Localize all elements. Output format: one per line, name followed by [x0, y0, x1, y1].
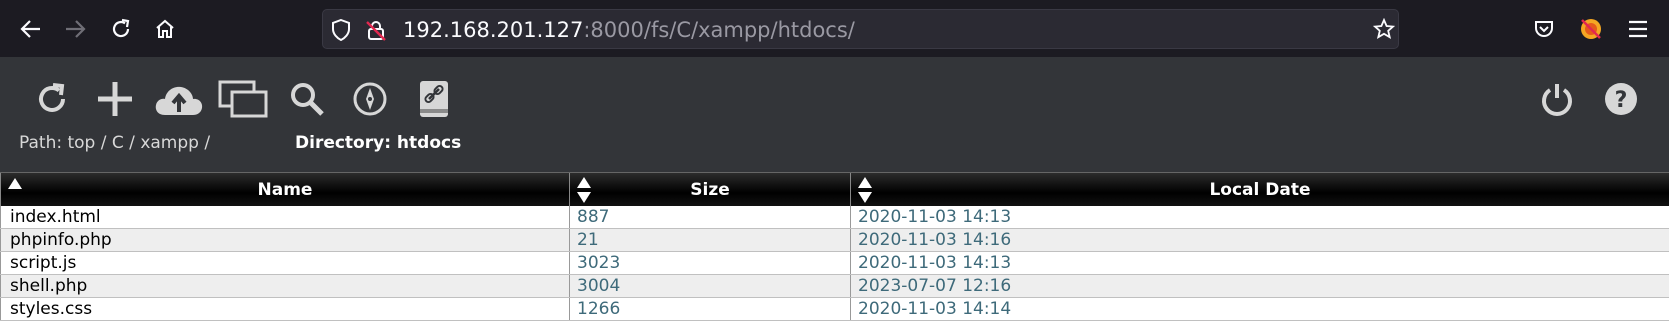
compass-icon[interactable] — [350, 75, 390, 123]
table-header: Name Size Local Date — [0, 172, 1669, 207]
file-name-link[interactable]: script.js — [0, 252, 570, 274]
shield-icon[interactable] — [331, 18, 351, 45]
forward-arrow-icon[interactable] — [59, 13, 91, 45]
breadcrumb-xampp[interactable]: xampp — [140, 133, 199, 153]
column-label: Local Date — [1209, 180, 1311, 200]
file-date: 2020-11-03 14:13 — [858, 207, 1012, 227]
file-size: 3004 — [570, 275, 851, 297]
sort-ascending-icon[interactable] — [7, 176, 23, 196]
breadcrumb-separator: / — [204, 133, 211, 153]
reload-icon[interactable] — [105, 13, 137, 45]
file-name-link[interactable]: shell.php — [0, 275, 570, 297]
table-row[interactable]: styles.css 1266 2020-11-03 14:14 — [0, 298, 1669, 321]
file-date: 2020-11-03 14:13 — [858, 253, 1012, 273]
file-name-link[interactable]: index.html — [0, 206, 570, 228]
directory-title: Directory: htdocs — [295, 133, 462, 153]
column-label: Name — [257, 180, 313, 200]
breadcrumb-separator: / — [129, 133, 135, 153]
column-header-name[interactable]: Name — [0, 173, 570, 207]
table-row[interactable]: index.html 887 2020-11-03 14:13 — [0, 206, 1669, 229]
column-header-size[interactable]: Size — [570, 173, 851, 207]
power-icon[interactable] — [1537, 75, 1577, 123]
breadcrumb: Path: top / C / xampp / — [19, 133, 210, 153]
breadcrumb-top[interactable]: top — [67, 133, 95, 153]
file-table: Name Size Local Date index.html 887 2020… — [0, 172, 1669, 321]
hamburger-menu-icon[interactable] — [1622, 13, 1654, 45]
file-name-link[interactable]: phpinfo.php — [0, 229, 570, 251]
back-arrow-icon[interactable] — [15, 13, 47, 45]
file-date: 2020-11-03 14:14 — [858, 299, 1012, 319]
app-header: ? Path: top / C / xampp / Directory: htd… — [0, 57, 1669, 172]
breadcrumb-c[interactable]: C — [112, 133, 124, 153]
browser-toolbar: 192.168.201.127:8000/fs/C/xampp/htdocs/ — [0, 0, 1669, 57]
file-size: 21 — [570, 229, 851, 251]
url-bar[interactable]: 192.168.201.127:8000/fs/C/xampp/htdocs/ — [322, 9, 1399, 49]
table-row[interactable]: shell.php 3004 2023-07-07 12:16 — [0, 275, 1669, 298]
table-row[interactable]: phpinfo.php 21 2020-11-03 14:16 — [0, 229, 1669, 252]
insecure-lock-icon[interactable] — [365, 19, 387, 45]
add-icon[interactable] — [95, 75, 135, 123]
windows-icon[interactable] — [217, 75, 269, 123]
column-header-local-date[interactable]: Local Date — [851, 173, 1669, 207]
upload-cloud-icon[interactable] — [152, 75, 206, 123]
file-size: 887 — [570, 206, 851, 228]
bookmark-star-icon[interactable] — [1372, 17, 1396, 44]
file-size: 1266 — [570, 298, 851, 320]
svg-text:?: ? — [1615, 88, 1628, 113]
sort-both-icon[interactable] — [576, 176, 592, 209]
url-host: 192.168.201.127 — [403, 18, 584, 42]
home-icon[interactable] — [149, 13, 181, 45]
help-icon[interactable]: ? — [1601, 75, 1641, 123]
file-name-link[interactable]: styles.css — [0, 298, 570, 320]
url-path: :8000/fs/C/xampp/htdocs/ — [583, 18, 855, 42]
breadcrumb-separator: / — [100, 133, 107, 153]
breadcrumb-prefix: Path: — [19, 133, 63, 153]
file-date: 2023-07-07 12:16 — [858, 276, 1012, 296]
column-label: Size — [690, 180, 730, 200]
pocket-icon[interactable] — [1528, 13, 1560, 45]
file-size: 3023 — [570, 252, 851, 274]
link-device-icon[interactable] — [414, 75, 454, 123]
sort-both-icon[interactable] — [857, 176, 873, 209]
refresh-icon[interactable] — [32, 75, 72, 123]
table-row[interactable]: script.js 3023 2020-11-03 14:13 — [0, 252, 1669, 275]
search-icon[interactable] — [287, 75, 327, 123]
url-text[interactable]: 192.168.201.127:8000/fs/C/xampp/htdocs/ — [403, 18, 855, 42]
extension-avatar-icon[interactable] — [1575, 13, 1607, 45]
file-date: 2020-11-03 14:16 — [858, 230, 1012, 250]
